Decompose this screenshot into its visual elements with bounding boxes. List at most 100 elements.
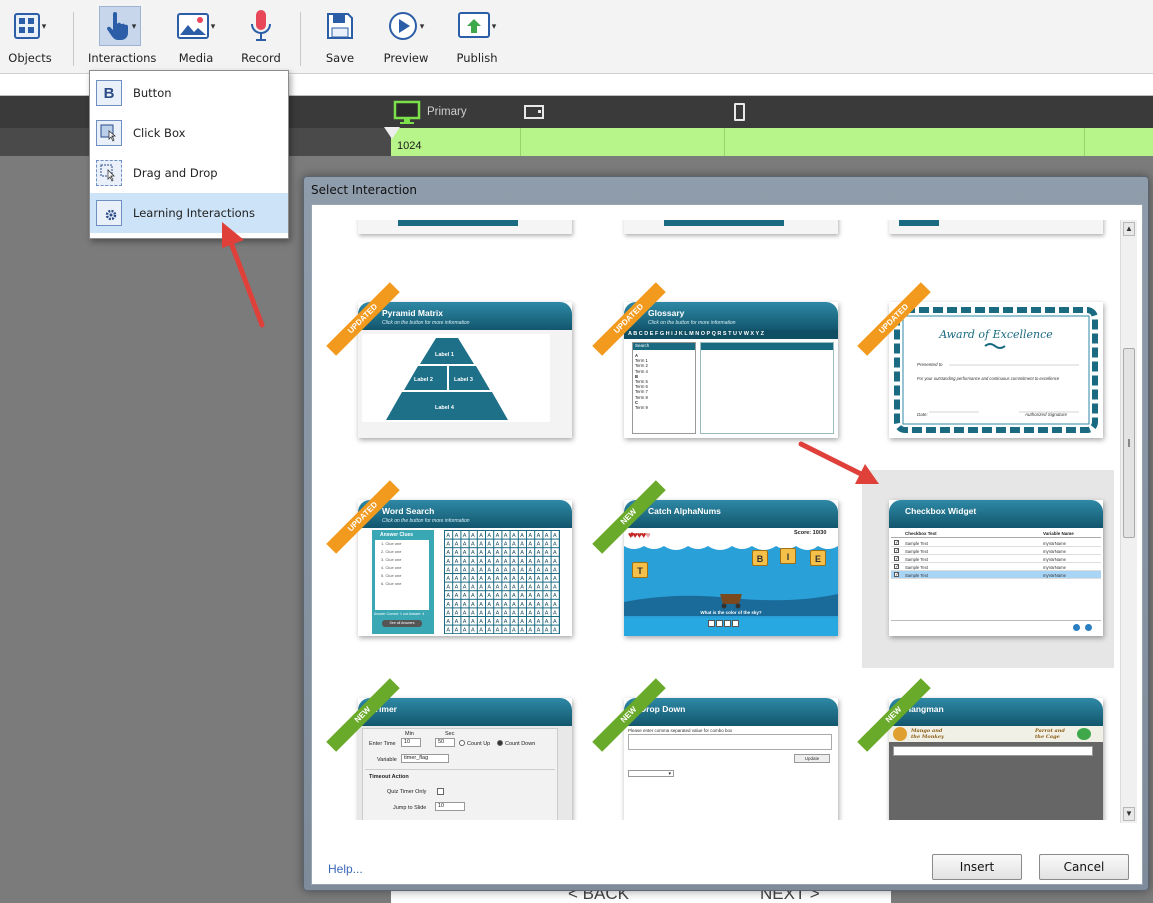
checkbox-table-header: Checkbox Text Variable Name <box>891 530 1101 538</box>
objects-button[interactable]: ▾ Objects <box>4 6 56 70</box>
word-search-letter: A <box>553 542 557 548</box>
word-search-letter: A <box>479 585 483 591</box>
word-search-letter: A <box>537 576 541 582</box>
tile-partial[interactable] <box>624 220 838 234</box>
word-search-letter: A <box>520 559 524 565</box>
word-search-letter: A <box>528 628 532 634</box>
interactions-button[interactable]: ▾ Interactions <box>88 6 156 70</box>
word-search-letter: A <box>463 602 467 608</box>
tile-catch-alphanums[interactable]: Catch AlphaNums ♥♥♥♥♥ Score: 10/30 T B I… <box>624 500 838 636</box>
word-search-letter: A <box>463 559 467 565</box>
word-search-letter: A <box>487 542 491 548</box>
word-search-letter: A <box>528 550 532 556</box>
word-search-letter: A <box>537 593 541 599</box>
word-search-letter: A <box>520 576 524 582</box>
word-search-letter: A <box>446 585 450 591</box>
publish-icon <box>457 12 490 38</box>
word-search-letter: A <box>446 559 450 565</box>
parrot-icon <box>1077 728 1091 740</box>
word-search-letter: A <box>479 619 483 625</box>
word-search-letter: A <box>471 619 475 625</box>
menu-item-learning-interactions[interactable]: Learning Interactions <box>90 193 288 233</box>
word-search-letter: A <box>471 559 475 565</box>
certificate-graphic <box>889 302 1103 438</box>
cancel-button[interactable]: Cancel <box>1039 854 1129 880</box>
word-search-letter: A <box>504 550 508 556</box>
checkbox-row-text: Sample Text <box>905 541 928 546</box>
tile-partial[interactable] <box>358 220 572 234</box>
tile-checkbox-widget[interactable]: Checkbox Widget Checkbox Text Variable N… <box>889 500 1103 636</box>
preview-button[interactable]: ▾ Preview <box>380 6 432 70</box>
word-search-letter: A <box>528 602 532 608</box>
checkbox-row-variable: myVarName <box>1043 541 1066 546</box>
scroll-down-arrow-icon[interactable]: ▼ <box>1123 807 1135 821</box>
tile-word-search[interactable]: Word Search Click on the button for more … <box>358 500 572 636</box>
checkbox-checked-icon: ✓ <box>894 540 900 546</box>
checkbox-checked-icon: ✓ <box>894 572 900 578</box>
pyramid-label-3: Label 3 <box>454 377 473 383</box>
tablet-icon[interactable] <box>524 105 544 119</box>
word-search-letter: A <box>496 576 500 582</box>
glossary-terms: A Term 1 Term 2 Term 4 B Term 5 Term 6 Term 7 Te… <box>633 350 695 413</box>
tile-drop-down[interactable]: Drop Down Please enter comma separated v… <box>624 698 838 820</box>
word-search-letter: A <box>463 610 467 616</box>
tile-timer[interactable]: Timer Min Sec Enter Time 10 50 Count Up … <box>358 698 572 820</box>
word-search-letter: A <box>446 533 450 539</box>
phone-icon[interactable] <box>734 103 745 121</box>
word-search-letter: A <box>471 567 475 573</box>
gallery-scrollbar[interactable]: ▲ ▼ <box>1120 220 1137 823</box>
word-search-letter: A <box>446 542 450 548</box>
word-search-letter: A <box>512 576 516 582</box>
word-search-letter: A <box>463 533 467 539</box>
help-link[interactable]: Help... <box>328 862 363 876</box>
record-button[interactable]: Record <box>238 6 284 70</box>
scroll-thumb[interactable] <box>1123 348 1135 538</box>
tile-glossary[interactable]: Glossary Click on the button for more inf… <box>624 302 838 438</box>
image-icon <box>176 13 209 39</box>
click-box-icon <box>96 120 122 146</box>
word-search-letter: A <box>455 533 459 539</box>
menu-item-button[interactable]: B Button <box>90 73 288 113</box>
media-button[interactable]: ▾ Media <box>168 6 224 70</box>
insert-button[interactable]: Insert <box>932 854 1022 880</box>
menu-item-drag-and-drop[interactable]: Drag and Drop <box>90 153 288 193</box>
checkbox-row-text: Sample Text <box>905 549 928 554</box>
word-search-letter: A <box>446 593 450 599</box>
tile-pyramid-matrix[interactable]: Pyramid Matrix Click on the button for mo… <box>358 302 572 438</box>
tile-hangman[interactable]: Hangman Mango and the Monkey Parrot and … <box>889 698 1103 820</box>
ruler-handle[interactable] <box>384 127 400 139</box>
scroll-up-arrow-icon[interactable]: ▲ <box>1123 222 1135 236</box>
button-icon: B <box>96 80 122 106</box>
tile-award-certificate[interactable]: Award of Excellence Presented to For you… <box>889 302 1103 438</box>
pyramid-label-4: Label 4 <box>435 405 455 411</box>
word-search-letter: A <box>520 602 524 608</box>
update-button: Update <box>794 754 830 763</box>
word-search-letter: A <box>463 585 467 591</box>
publish-button[interactable]: ▾ Publish <box>450 6 504 70</box>
interaction-gallery: Pyramid Matrix Click on the button for mo… <box>312 220 1122 820</box>
word-search-letter: A <box>504 628 508 634</box>
save-button[interactable]: Save <box>320 6 360 70</box>
word-search-letter: A <box>545 585 549 591</box>
word-search-letter: A <box>455 593 459 599</box>
checkbox-row-text: Sample Text <box>905 573 928 578</box>
word-search-letter: A <box>504 610 508 616</box>
word-search-letter: A <box>479 542 483 548</box>
answer-boxes <box>708 620 739 627</box>
word-search-letter: A <box>528 559 532 565</box>
desktop-icon[interactable] <box>393 100 421 124</box>
tile-partial[interactable] <box>889 220 1103 234</box>
word-search-letter: A <box>496 602 500 608</box>
word-search-letter: A <box>553 593 557 599</box>
word-search-letter: A <box>553 628 557 634</box>
checkbox-table-rows: ✓ Sample Text myVarName ✓ Sample Text myVarNa… <box>891 539 1101 579</box>
word-search-letter: A <box>496 593 500 599</box>
checkbox-row-variable: myVarName <box>1043 565 1066 570</box>
word-search-letter: A <box>504 602 508 608</box>
word-search-letter: A <box>504 542 508 548</box>
ruler-mark <box>724 128 725 156</box>
word-search-letter: A <box>479 550 483 556</box>
word-search-letter: A <box>504 533 508 539</box>
word-search-letter: A <box>471 550 475 556</box>
menu-item-click-box[interactable]: Click Box <box>90 113 288 153</box>
